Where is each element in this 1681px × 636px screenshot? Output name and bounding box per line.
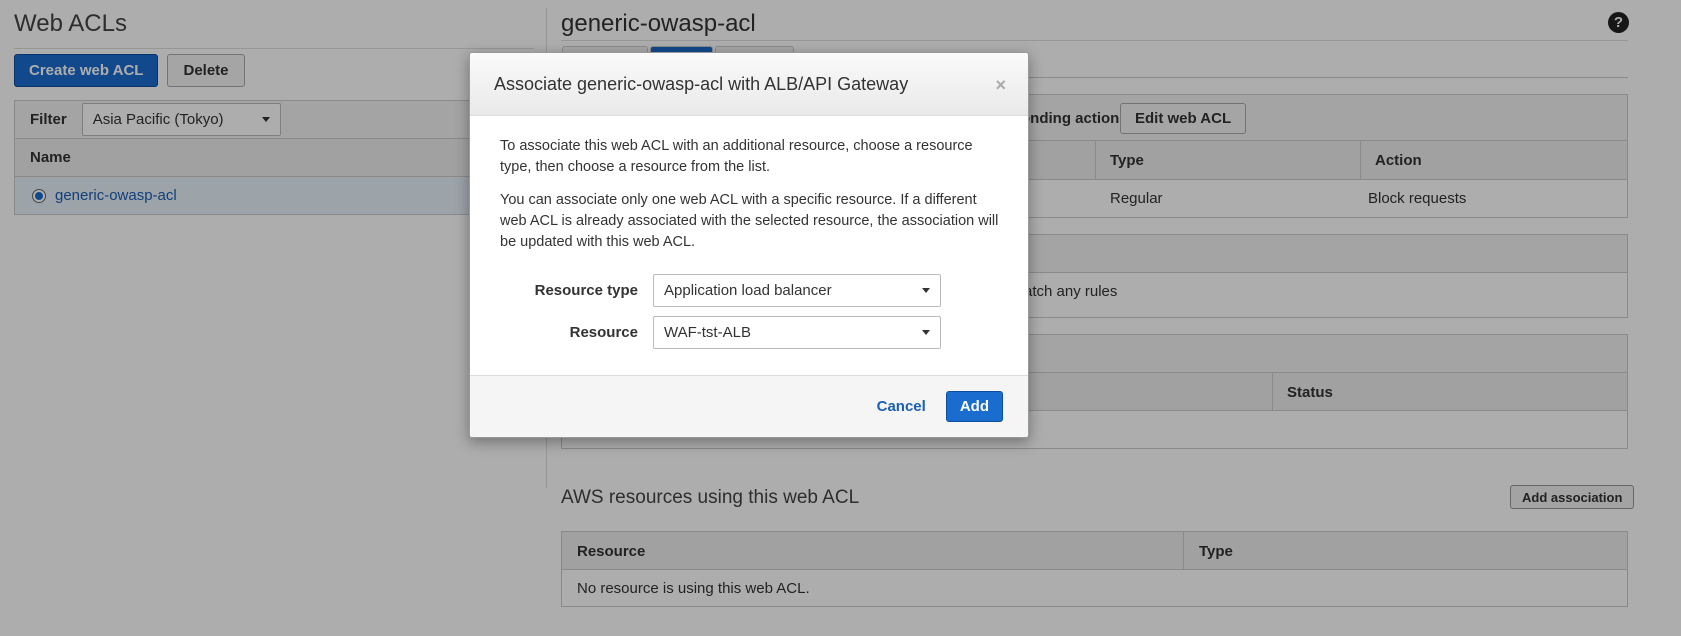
resource-type-select[interactable]: Application load balancer (653, 274, 941, 307)
dialog-title: Associate generic-owasp-acl with ALB/API… (494, 73, 909, 94)
cancel-button[interactable]: Cancel (877, 398, 926, 415)
resource-select[interactable]: WAF-tst-ALB (653, 316, 941, 349)
resource-label: Resource (569, 324, 638, 341)
resource-row: Resource WAF-tst-ALB (500, 316, 1000, 349)
resource-value: WAF-tst-ALB (664, 324, 751, 341)
resource-type-value: Application load balancer (664, 282, 832, 299)
associate-dialog: Associate generic-owasp-acl with ALB/API… (469, 52, 1029, 438)
dialog-body: To associate this web ACL with an additi… (470, 116, 1028, 349)
caret-down-icon (922, 288, 930, 293)
dialog-header: Associate generic-owasp-acl with ALB/API… (470, 53, 1028, 116)
resource-type-row: Resource type Application load balancer (500, 274, 1000, 307)
caret-down-icon (922, 330, 930, 335)
close-icon[interactable]: × (995, 75, 1006, 96)
dialog-description-2: You can associate only one web ACL with … (500, 192, 999, 250)
resource-type-label: Resource type (534, 282, 638, 299)
add-button[interactable]: Add (945, 391, 1003, 422)
dialog-description-1: To associate this web ACL with an additi… (500, 138, 973, 175)
dialog-footer: Cancel Add (470, 375, 1028, 437)
